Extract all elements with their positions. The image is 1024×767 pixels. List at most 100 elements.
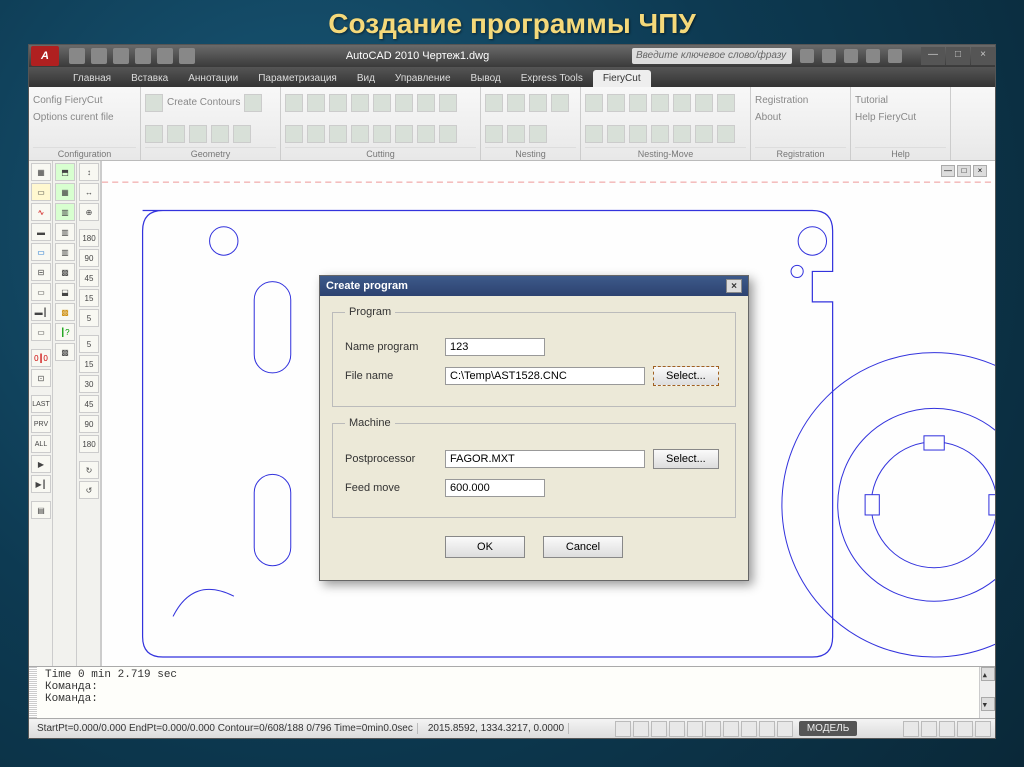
cutting-icon[interactable] — [307, 94, 325, 112]
cmd-scrollbar[interactable]: ▴ ▾ — [979, 667, 995, 718]
ortho-toggle-icon[interactable] — [651, 721, 667, 737]
tool-icon[interactable]: ▶ — [31, 455, 51, 473]
tool-icon[interactable]: ▶┃ — [31, 475, 51, 493]
polar-toggle-icon[interactable] — [669, 721, 685, 737]
tool-icon[interactable]: ALL — [31, 435, 51, 453]
move-icon[interactable] — [673, 125, 691, 143]
scroll-up-icon[interactable]: ▴ — [981, 667, 995, 681]
tool-icon[interactable]: 180 — [79, 435, 99, 453]
tool-icon[interactable]: 0┃0 — [31, 349, 51, 367]
nesting-icon[interactable] — [507, 94, 525, 112]
tool-icon[interactable]: ▥ — [55, 203, 75, 221]
minimize-button[interactable]: — — [921, 47, 945, 65]
infocenter-icon[interactable] — [800, 49, 814, 63]
search-input[interactable]: Введите ключевое слово/фразу — [632, 48, 792, 64]
help-fierycut-button[interactable]: Help FieryCut — [855, 112, 916, 123]
tool-icon[interactable]: 30 — [79, 375, 99, 393]
ducs-toggle-icon[interactable] — [723, 721, 739, 737]
file-select-button[interactable]: Select... — [653, 366, 719, 386]
scroll-down-icon[interactable]: ▾ — [981, 697, 995, 711]
nesting-icon[interactable] — [529, 125, 547, 143]
ok-button[interactable]: OK — [445, 536, 525, 558]
cutting-icon[interactable] — [329, 94, 347, 112]
cutting-icon[interactable] — [373, 125, 391, 143]
tool-icon[interactable]: ↻ — [79, 461, 99, 479]
tool-icon[interactable]: ⊟ — [31, 263, 51, 281]
dialog-titlebar[interactable]: Create program × — [320, 276, 748, 296]
nesting-icon[interactable] — [529, 94, 547, 112]
tutorial-button[interactable]: Tutorial — [855, 95, 888, 106]
geometry-icon[interactable] — [167, 125, 185, 143]
cutting-icon[interactable] — [395, 125, 413, 143]
tool-icon[interactable]: 90 — [79, 249, 99, 267]
about-button[interactable]: About — [755, 112, 781, 123]
cancel-button[interactable]: Cancel — [543, 536, 623, 558]
qat-redo-icon[interactable] — [157, 48, 173, 64]
close-button[interactable]: × — [971, 47, 995, 65]
move-icon[interactable] — [629, 94, 647, 112]
comm-icon[interactable] — [844, 49, 858, 63]
tool-icon[interactable]: ⬒ — [55, 163, 75, 181]
status-icon[interactable] — [921, 721, 937, 737]
tool-icon[interactable]: LAST — [31, 395, 51, 413]
postprocessor-select-button[interactable]: Select... — [653, 449, 719, 469]
tool-icon[interactable]: ▥ — [55, 243, 75, 261]
tab-insert[interactable]: Вставка — [121, 70, 178, 87]
nesting-icon[interactable] — [551, 94, 569, 112]
nesting-icon[interactable] — [485, 125, 503, 143]
file-name-input[interactable] — [445, 367, 645, 385]
tool-icon[interactable]: 5 — [79, 309, 99, 327]
geometry-icon[interactable] — [211, 125, 229, 143]
tab-annotations[interactable]: Аннотации — [178, 70, 248, 87]
nesting-icon[interactable] — [507, 125, 525, 143]
nesting-icon[interactable] — [485, 94, 503, 112]
tool-icon[interactable]: ⊡ — [31, 369, 51, 387]
move-icon[interactable] — [585, 125, 603, 143]
tab-express[interactable]: Express Tools — [511, 70, 593, 87]
tool-icon[interactable]: ▭ — [31, 243, 51, 261]
dyn-toggle-icon[interactable] — [741, 721, 757, 737]
geometry-icon[interactable] — [145, 125, 163, 143]
tool-icon[interactable]: 180 — [79, 229, 99, 247]
tool-icon[interactable]: 45 — [79, 395, 99, 413]
cutting-icon[interactable] — [351, 94, 369, 112]
tool-icon[interactable]: ▩ — [55, 303, 75, 321]
move-icon[interactable] — [651, 125, 669, 143]
tool-icon[interactable]: ▭ — [31, 183, 51, 201]
cutting-icon[interactable] — [329, 125, 347, 143]
move-icon[interactable] — [651, 94, 669, 112]
tool-icon[interactable]: ┃? — [55, 323, 75, 341]
tool-icon[interactable]: ⬓ — [55, 283, 75, 301]
qp-toggle-icon[interactable] — [777, 721, 793, 737]
move-icon[interactable] — [607, 94, 625, 112]
qat-save-icon[interactable] — [113, 48, 129, 64]
command-window[interactable]: Time 0 min 2.719 sec Команда: Команда: ▴… — [29, 666, 995, 718]
favorites-icon[interactable] — [866, 49, 880, 63]
tool-icon[interactable]: ▩ — [55, 343, 75, 361]
tool-icon[interactable]: 15 — [79, 289, 99, 307]
tool-icon[interactable]: ▦ — [31, 163, 51, 181]
create-contours-button[interactable]: Create Contours — [167, 97, 240, 108]
tool-icon[interactable]: ▭ — [31, 283, 51, 301]
status-icon[interactable] — [975, 721, 991, 737]
move-icon[interactable] — [717, 125, 735, 143]
status-icon[interactable] — [903, 721, 919, 737]
tool-icon[interactable]: ↺ — [79, 481, 99, 499]
tool-icon[interactable]: ▬ — [31, 223, 51, 241]
tool-icon[interactable]: ▭ — [31, 323, 51, 341]
status-icon[interactable] — [957, 721, 973, 737]
geometry-icon[interactable] — [233, 125, 251, 143]
cutting-icon[interactable] — [395, 94, 413, 112]
grid-toggle-icon[interactable] — [633, 721, 649, 737]
qat-open-icon[interactable] — [91, 48, 107, 64]
cutting-icon[interactable] — [417, 125, 435, 143]
tool-icon[interactable]: ∿ — [31, 203, 51, 221]
cutting-icon[interactable] — [307, 125, 325, 143]
tool-icon[interactable]: ⊕ — [79, 203, 99, 221]
tool-icon[interactable]: ▩ — [55, 263, 75, 281]
app-logo[interactable]: A — [31, 46, 59, 66]
qat-new-icon[interactable] — [69, 48, 85, 64]
cutting-icon[interactable] — [351, 125, 369, 143]
tool-icon[interactable]: ▦ — [55, 183, 75, 201]
qat-print-icon[interactable] — [179, 48, 195, 64]
